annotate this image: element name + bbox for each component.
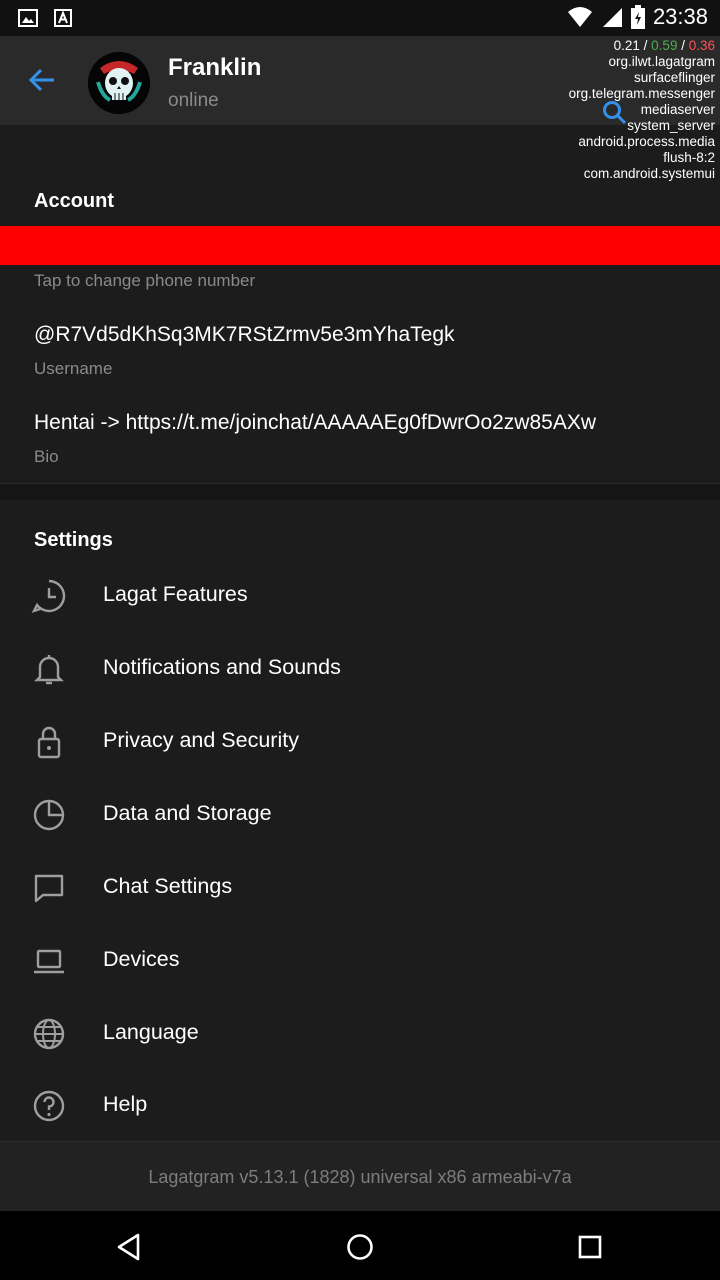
account-section-title: Account	[34, 190, 114, 212]
a-icon	[54, 9, 72, 27]
settings-item-privacy[interactable]: Privacy and Security	[0, 706, 720, 776]
process-name: com.android.systemui	[583, 166, 715, 181]
settings-section-title: Settings	[34, 529, 113, 551]
signal-icon	[602, 8, 622, 27]
settings-item-notifications[interactable]: Notifications and Sounds	[0, 633, 720, 703]
gallery-icon	[18, 9, 38, 27]
settings-item-label: Privacy and Security	[103, 728, 299, 752]
wifi-icon	[567, 7, 592, 27]
version-text: Lagatgram v5.13.1 (1828) universal x86 a…	[148, 1167, 572, 1187]
settings-item-help[interactable]: Help	[0, 1070, 720, 1140]
system-nav-bar	[0, 1211, 720, 1280]
help-icon	[33, 1090, 65, 1122]
contact-name: Franklin	[168, 54, 262, 81]
settings-item-label: Help	[103, 1092, 148, 1116]
version-footer: Lagatgram v5.13.1 (1828) universal x86 a…	[0, 1141, 720, 1212]
settings-item-data-storage[interactable]: Data and Storage	[0, 779, 720, 849]
battery-icon	[630, 5, 645, 29]
avatar[interactable]	[88, 52, 150, 114]
process-overlay: 0.21 / 0.59 / 0.36 org.ilwt.lagatgram su…	[569, 38, 715, 182]
skull-avatar-icon	[88, 52, 150, 114]
lock-icon	[37, 726, 61, 759]
process-name: android.process.media	[578, 134, 715, 149]
settings-item-label: Language	[103, 1020, 199, 1044]
process-name: system_server	[627, 118, 715, 133]
nav-recents-icon[interactable]	[573, 1230, 607, 1264]
bell-icon	[34, 655, 64, 685]
nav-home-icon[interactable]	[343, 1230, 377, 1264]
section-divider	[0, 483, 720, 500]
pie-chart-icon	[33, 799, 65, 831]
settings-item-label: Devices	[103, 947, 180, 971]
chat-bubble-icon	[34, 874, 64, 903]
load-average: 0.21 / 0.59 / 0.36	[613, 38, 715, 53]
globe-icon	[33, 1018, 65, 1050]
phone-hint: Tap to change phone number	[34, 271, 256, 290]
bio-label: Bio	[34, 447, 59, 466]
laptop-icon	[34, 949, 64, 974]
process-name: org.ilwt.lagatgram	[608, 54, 715, 69]
username-label: Username	[34, 359, 113, 378]
settings-item-lagat-features[interactable]: Lagat Features	[0, 560, 720, 630]
redacted-phone-number[interactable]	[0, 226, 720, 265]
process-name: surfaceflinger	[633, 70, 715, 85]
username-value[interactable]: @R7Vd5dKhSq3MK7RStZrmv5e3mYhaTegk	[34, 323, 455, 347]
settings-item-language[interactable]: Language	[0, 998, 720, 1068]
settings-item-label: Data and Storage	[103, 801, 272, 825]
process-name: flush-8:2	[663, 150, 715, 165]
clock-bubble-icon	[31, 579, 66, 614]
settings-item-label: Lagat Features	[103, 582, 248, 606]
process-name: org.telegram.messenger	[568, 86, 715, 101]
process-name: mediaserver	[640, 102, 715, 117]
bio-value[interactable]: Hentai -> https://t.me/joinchat/AAAAAEg0…	[34, 411, 596, 435]
settings-item-label: Notifications and Sounds	[103, 655, 341, 679]
settings-item-chat-settings[interactable]: Chat Settings	[0, 852, 720, 922]
settings-item-label: Chat Settings	[103, 874, 233, 898]
settings-item-devices[interactable]: Devices	[0, 925, 720, 995]
nav-back-icon[interactable]	[112, 1230, 146, 1264]
online-status: online	[168, 90, 219, 111]
clock: 23:38	[652, 4, 708, 29]
status-bar: 23:38	[0, 0, 720, 36]
back-arrow-icon[interactable]	[24, 62, 60, 98]
